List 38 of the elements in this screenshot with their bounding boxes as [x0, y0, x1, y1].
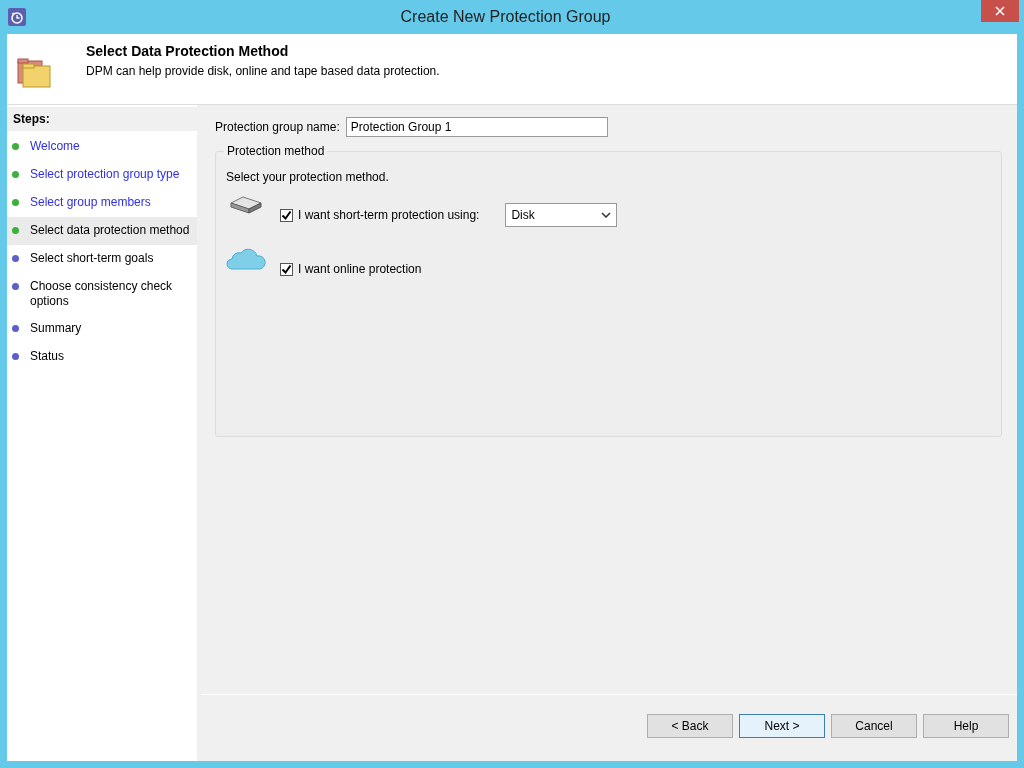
storage-dropdown[interactable]: Disk [505, 203, 618, 227]
wizard-button[interactable]: Help [923, 714, 1009, 738]
status-dot-icon [12, 353, 19, 360]
step-item[interactable]: Select group members [7, 189, 197, 217]
wizard-button[interactable]: Next > [739, 714, 825, 738]
step-item[interactable]: Status [7, 343, 197, 371]
step-item[interactable]: Select protection group type [7, 161, 197, 189]
step-item[interactable]: Welcome [7, 133, 197, 161]
status-dot-icon [12, 143, 19, 150]
wizard-button[interactable]: Cancel [831, 714, 917, 738]
field-label: Protection group name: [215, 120, 340, 134]
step-item[interactable]: Summary [7, 315, 197, 343]
status-dot-icon [12, 227, 19, 234]
status-dot-icon [12, 325, 19, 332]
close-icon [995, 6, 1005, 16]
status-dot-icon [12, 199, 19, 206]
step-item[interactable]: Select data protection method [7, 217, 197, 245]
page-description: DPM can help provide disk, online and tape based data protection. [86, 64, 440, 78]
name-field[interactable]: Protection Group 1 [345, 117, 608, 137]
step-item[interactable]: Choose consistency check options [7, 273, 197, 315]
status-dot-icon [12, 283, 19, 290]
steps-heading: Steps: [7, 107, 197, 131]
folder-icon [17, 58, 51, 88]
group-legend: Protection method [224, 144, 328, 158]
window-title: Create New Protection Group [399, 8, 612, 26]
status-dot-icon [12, 171, 19, 178]
wizard-button[interactable]: < Back [647, 714, 733, 738]
caret-icon [601, 212, 612, 218]
status-dot-icon [12, 255, 19, 262]
option-label: I want short-term protection using: [298, 208, 480, 222]
cloud-icon [226, 248, 266, 270]
option-label: I want online protection [298, 262, 422, 276]
page-title: Select Data Protection Method [86, 43, 290, 59]
checkbox[interactable] [280, 208, 293, 222]
clock-icon [8, 8, 26, 26]
checkbox[interactable] [280, 262, 293, 276]
instruction-text: Select your protection method. [226, 170, 390, 184]
step-item[interactable]: Select short-term goals [7, 245, 197, 273]
